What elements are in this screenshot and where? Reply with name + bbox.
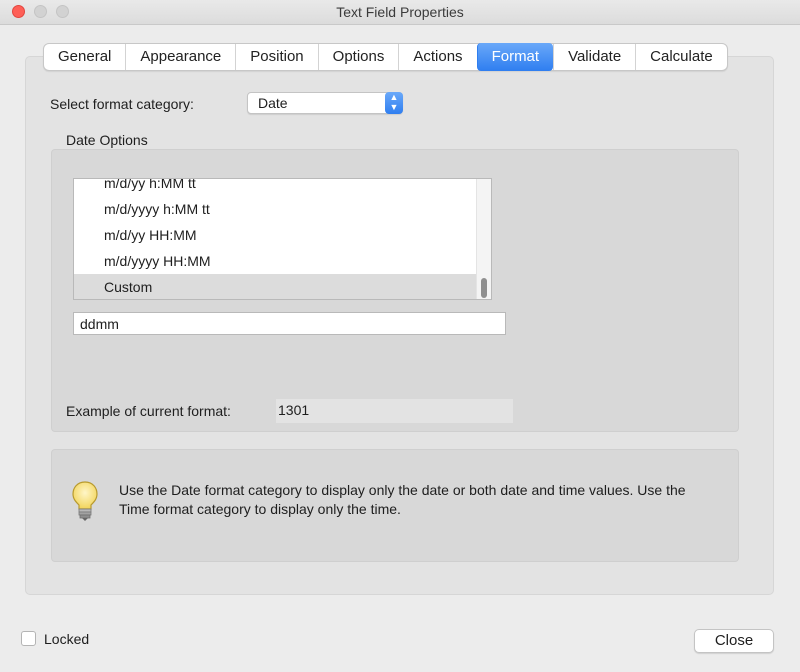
tab-options[interactable]: Options <box>317 44 399 70</box>
select-stepper-icon: ▲ ▼ <box>385 92 403 114</box>
list-item[interactable]: m/d/yy h:MM tt <box>74 179 476 196</box>
tab-format[interactable]: Format <box>476 43 554 71</box>
tab-calculate[interactable]: Calculate <box>635 44 727 70</box>
lightbulb-icon <box>72 481 98 521</box>
example-label: Example of current format: <box>66 403 231 419</box>
close-button[interactable]: Close <box>694 629 774 653</box>
format-category-value: Date <box>258 95 288 111</box>
date-format-list[interactable]: m/d/yy h:MM tt m/d/yyyy h:MM tt m/d/yy H… <box>73 178 492 300</box>
tab-appearance[interactable]: Appearance <box>125 44 235 70</box>
format-category-select[interactable]: Date ▲ ▼ <box>247 92 403 114</box>
list-item-selected[interactable]: Custom <box>74 274 476 299</box>
format-category-label: Select format category: <box>50 96 194 112</box>
date-options-label: Date Options <box>66 132 148 148</box>
list-item[interactable]: m/d/yyyy HH:MM <box>74 248 476 274</box>
example-value: 1301 <box>276 399 513 423</box>
scrollbar-thumb[interactable] <box>481 278 487 298</box>
list-item[interactable]: m/d/yyyy h:MM tt <box>74 196 476 222</box>
list-item[interactable]: m/d/yy HH:MM <box>74 222 476 248</box>
tab-actions[interactable]: Actions <box>398 44 476 70</box>
tab-general[interactable]: General <box>44 44 125 70</box>
tab-validate[interactable]: Validate <box>553 44 635 70</box>
hint-text: Use the Date format category to display … <box>119 482 686 517</box>
list-scrollbar[interactable] <box>476 179 491 299</box>
window-title: Text Field Properties <box>336 4 464 20</box>
locked-label: Locked <box>44 631 90 647</box>
tab-bar: General Appearance Position Options Acti… <box>43 43 728 71</box>
title-bar: Text Field Properties <box>0 0 800 25</box>
tab-position[interactable]: Position <box>235 44 317 70</box>
locked-checkbox[interactable] <box>21 631 36 646</box>
custom-format-input[interactable] <box>73 312 506 335</box>
